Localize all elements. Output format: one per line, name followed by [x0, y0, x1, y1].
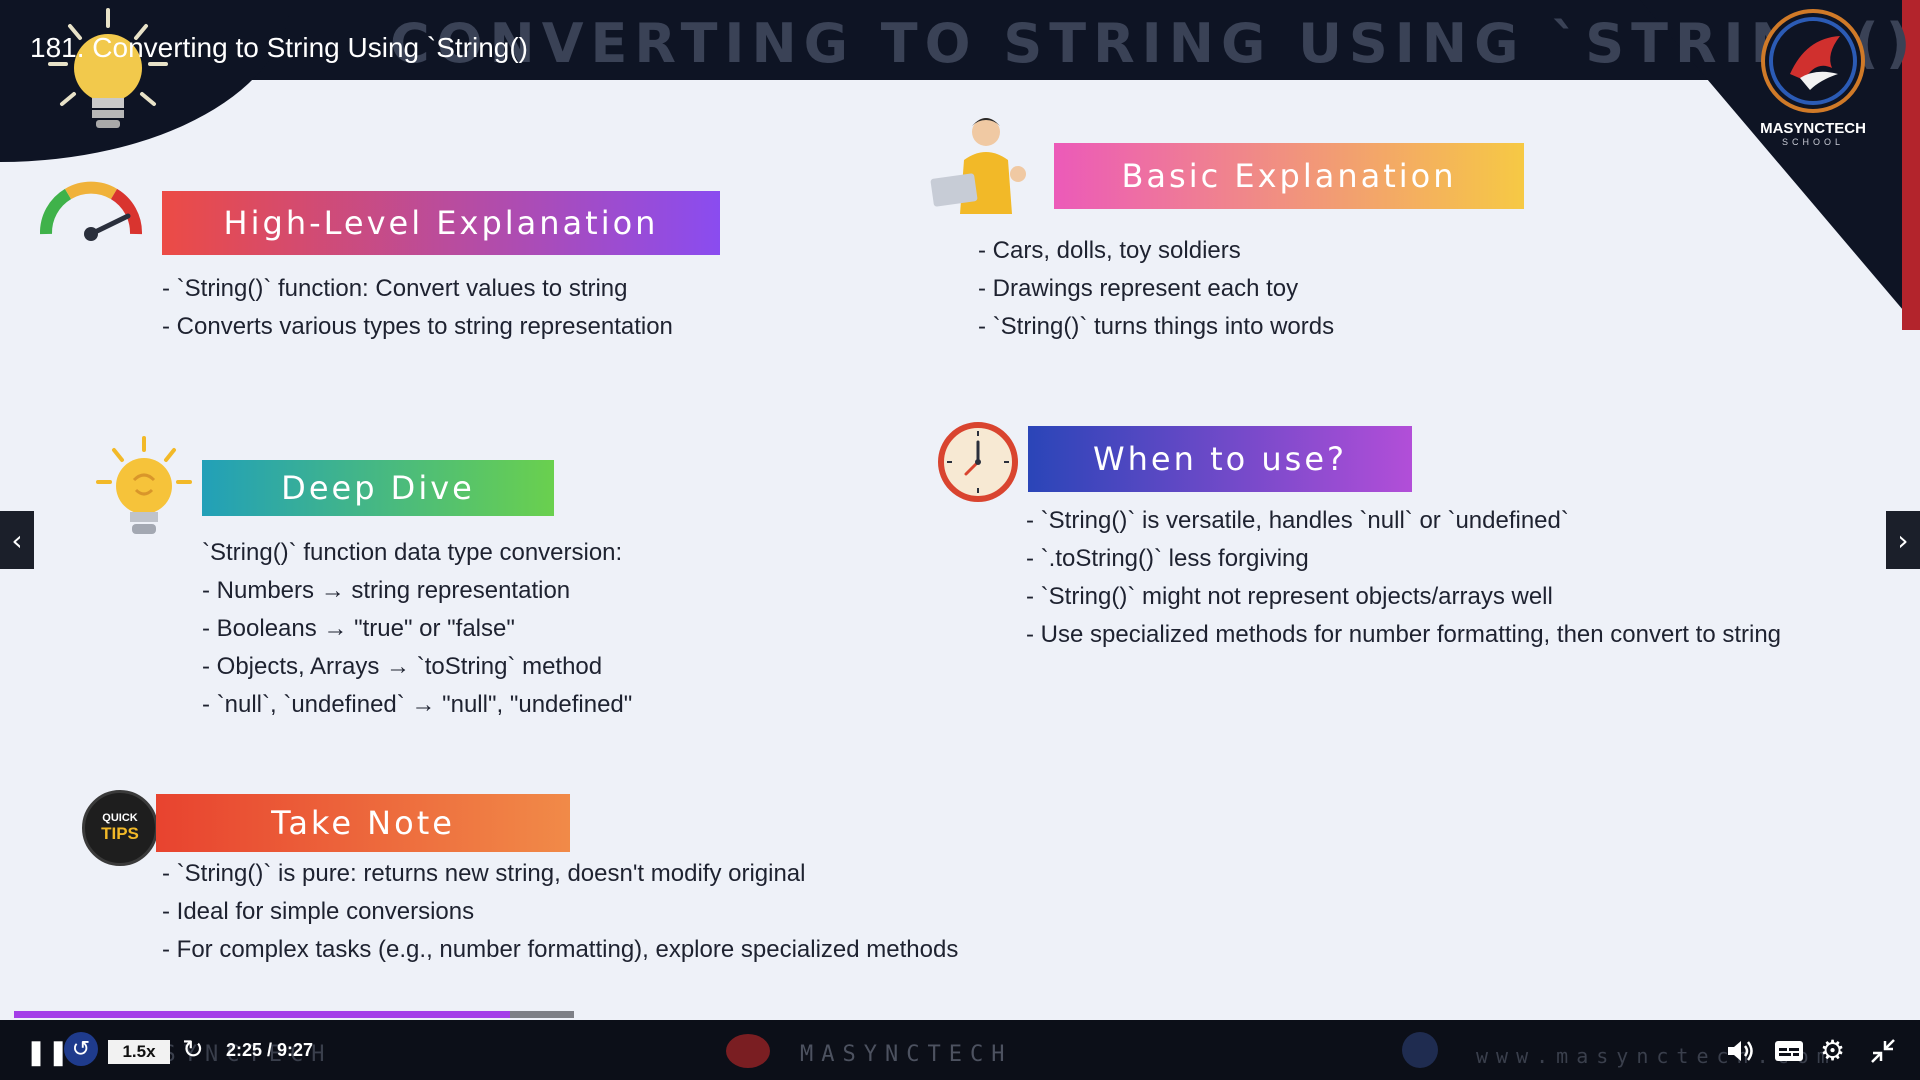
logo-subtitle: SCHOOL [1781, 137, 1844, 147]
list-item: - Objects, Arrays → `toString` method [202, 653, 603, 680]
basic-heading: Basic Explanation [1054, 143, 1524, 209]
next-lecture-button[interactable]: › [1886, 511, 1920, 569]
quick-tips-badge: QUICK TIPS [82, 790, 158, 866]
list-item: - For complex tasks (e.g., number format… [162, 936, 959, 963]
video-frame[interactable]: CONVERTING TO STRING USING `STRING()` MA… [0, 0, 1920, 1020]
take-note-bullets: - `String()` is pure: returns new string… [162, 855, 958, 969]
deep-dive-bullets: `String()` function data type conversion… [202, 534, 632, 724]
watermark-brand-center: MASYNCTECH [800, 1042, 1013, 1067]
idea-bulb-icon [96, 436, 192, 534]
watermark-play-icon [726, 1034, 770, 1068]
deep-dive-heading: Deep Dive [202, 460, 554, 516]
list-item: - Use specialized methods for number for… [1026, 621, 1782, 648]
captions-icon[interactable] [1774, 1040, 1804, 1062]
list-item: - Numbers → string representation [202, 577, 571, 604]
list-item: - `null`, `undefined` → "null", "undefin… [202, 691, 633, 718]
volume-icon[interactable] [1726, 1038, 1754, 1064]
list-item: - Cars, dolls, toy soldiers [978, 237, 1241, 264]
chevron-left-icon: ‹ [11, 523, 23, 557]
progress-played [14, 1011, 510, 1018]
previous-lecture-button[interactable]: ‹ [0, 511, 34, 569]
forward-icon[interactable]: ↻ [182, 1034, 204, 1065]
list-item: - `String()` is pure: returns new string… [162, 860, 806, 887]
gauge-icon [40, 181, 142, 241]
list-item: - Booleans → "true" or "false" [202, 615, 515, 642]
playback-speed-button[interactable]: 1.5x [108, 1040, 170, 1064]
logo-name: MASYNCTECH [1760, 120, 1866, 137]
list-item: - `String()` turns things into words [978, 313, 1335, 340]
person-laptop-icon [930, 118, 1026, 214]
watermark-globe-icon [1402, 1032, 1438, 1068]
badge-line1: QUICK [102, 812, 138, 824]
list-item: - `.toString()` less forgiving [1026, 545, 1309, 572]
list-item: `String()` function data type conversion… [202, 539, 623, 566]
brand-logo: MASYNCTECH SCHOOL [1758, 8, 1868, 147]
list-item: - Ideal for simple conversions [162, 898, 475, 925]
lightbulb-icon [48, 8, 168, 128]
badge-line2: TIPS [101, 824, 139, 843]
slide-title: CONVERTING TO STRING USING `STRING()` [390, 12, 1920, 75]
clock-icon [938, 422, 1018, 502]
list-item: - Drawings represent each toy [978, 275, 1299, 302]
list-item: - Converts various types to string repre… [162, 313, 673, 340]
list-item: - `String()` function: Convert values to… [162, 275, 628, 302]
basic-bullets: - Cars, dolls, toy soldiers - Drawings r… [978, 232, 1334, 346]
when-to-use-bullets: - `String()` is versatile, handles `null… [1026, 502, 1781, 654]
when-to-use-heading: When to use? [1028, 426, 1412, 492]
take-note-heading: Take Note [156, 794, 570, 852]
video-title: 181. Converting to String Using `String(… [30, 32, 528, 63]
settings-gear-icon[interactable]: ⚙ [1820, 1034, 1845, 1067]
logo-emblem-icon [1761, 9, 1865, 113]
list-item: - `String()` might not represent objects… [1026, 583, 1553, 610]
high-level-bullets: - `String()` function: Convert values to… [162, 270, 673, 346]
high-level-heading: High-Level Explanation [162, 191, 720, 255]
list-item: - `String()` is versatile, handles `null… [1026, 507, 1569, 534]
chevron-right-icon: › [1897, 523, 1909, 557]
exit-fullscreen-icon[interactable] [1870, 1038, 1896, 1064]
rewind-icon[interactable]: ↺ [64, 1032, 98, 1066]
time-display: 2:25 / 9:27 [226, 1040, 314, 1060]
